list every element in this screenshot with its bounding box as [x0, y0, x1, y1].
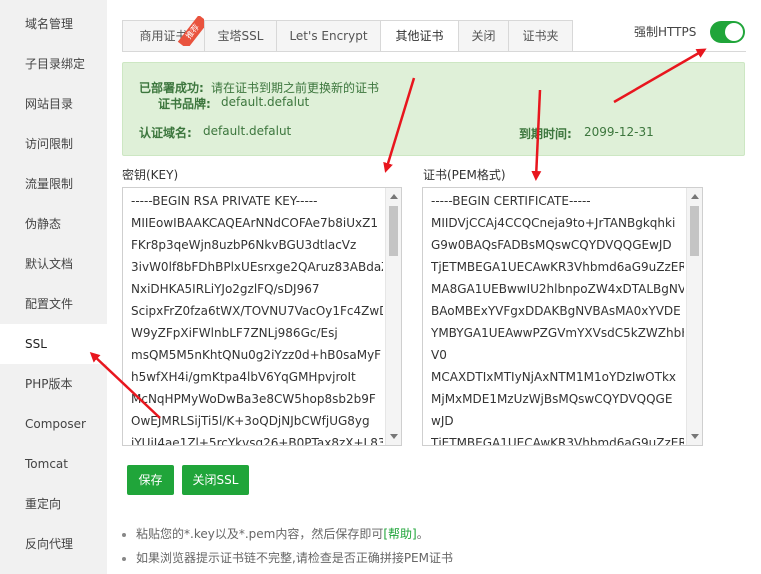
force-https-label: 强制HTTPS — [634, 25, 697, 39]
text-line: NxiDHKA5IRLiYJo2gzlFQ/sDJ967 — [131, 282, 320, 296]
deployed-text: 请在证书到期之前更换新的证书 — [211, 81, 380, 95]
sidebar-item-tomcat[interactable]: Tomcat — [0, 444, 107, 484]
sidebar-item-subdirectory[interactable]: 子目录绑定 — [0, 44, 107, 84]
expiry-label: 到期时间: — [519, 127, 572, 141]
text-line: TjETMBEGA1UECAwKR3Vhbmd6aG9uZzER — [431, 260, 684, 274]
text-line: FKr8p3qeWjn8uzbP6NkvBGU3dtlacVz — [131, 238, 357, 252]
sidebar-item-site-directory[interactable]: 网站目录 — [0, 84, 107, 124]
text-line: -----BEGIN RSA PRIVATE KEY----- — [131, 194, 318, 208]
recommend-badge-text: 推荐 — [177, 16, 204, 46]
force-https-toggle[interactable] — [710, 21, 745, 43]
text-line: McNqHPMyWoDwBa3e8CW5hop8sb2b9F — [131, 392, 376, 406]
toggle-knob — [725, 23, 743, 41]
sidebar: 域名管理 子目录绑定 网站目录 访问限制 流量限制 伪静态 默认文档 配置文件 … — [0, 0, 107, 574]
scroll-up-icon[interactable] — [390, 194, 398, 199]
cert-scrollbar[interactable] — [686, 188, 702, 445]
scroll-thumb[interactable] — [690, 206, 699, 256]
scroll-down-icon[interactable] — [691, 434, 699, 439]
domain-value: default.defalut — [203, 124, 292, 138]
tip-paste: 粘贴您的*.key以及*.pem内容，然后保存即可[帮助]。 — [122, 525, 429, 542]
sidebar-item-redirect[interactable]: 重定向 — [0, 484, 107, 524]
text-line: BAoMBExYVFgxDDAKBgNVBAsMA0xYVDE — [431, 304, 681, 318]
sidebar-item-traffic-limit[interactable]: 流量限制 — [0, 164, 107, 204]
text-line: jYUjJ4ae1Zl+5rcYkvsq26+B0PTax8zX+L834 — [131, 436, 383, 446]
tab-cert-folder[interactable]: 证书夹 — [509, 20, 573, 52]
text-line: msQM5M5nKhtQNu0g2iYzz0d+hB0saMyF — [131, 348, 382, 362]
cert-field-title: 证书(PEM格式) — [423, 168, 506, 182]
text-line: W9yZFpXiFWlnbLF7ZNLj986Gc/Esj — [131, 326, 338, 340]
tip-chain-text: 如果浏览器提示证书链不完整,请检查是否正确拼接PEM证书 — [136, 551, 453, 565]
recommend-badge: 推荐 — [174, 16, 204, 46]
bullet-icon — [122, 556, 126, 561]
sidebar-item-rewrite[interactable]: 伪静态 — [0, 204, 107, 244]
sidebar-item-composer[interactable]: Composer — [0, 404, 107, 444]
text-line: TjETMBEGA1UECAwKR3Vhbmd6aG9uZzER — [431, 436, 684, 446]
key-textarea-content: -----BEGIN RSA PRIVATE KEY----- MIIEowIBA… — [131, 190, 383, 446]
sidebar-item-default-doc[interactable]: 默认文档 — [0, 244, 107, 284]
brand-label: 证书品牌: — [158, 97, 211, 111]
sidebar-item-php-version[interactable]: PHP版本 — [0, 364, 107, 404]
text-line: -----BEGIN CERTIFICATE----- — [431, 194, 591, 208]
tab-close[interactable]: 关闭 — [459, 20, 509, 52]
cert-textarea-content: -----BEGIN CERTIFICATE----- MIIDVjCCAj4CC… — [431, 190, 684, 446]
text-line: 3ivW0lf8bFDhBPlxUEsrxge2QAruz83ABdaZ — [131, 260, 383, 274]
help-link[interactable]: [帮助] — [383, 527, 416, 541]
text-line: MIIDVjCCAj4CCQCneja9to+JrTANBgkqhki — [431, 216, 676, 230]
text-line: ScipxFrZ0fza6tWX/TOVNU7VacOy1Fc4ZwD — [131, 304, 383, 318]
close-ssl-button[interactable]: 关闭SSL — [182, 465, 249, 495]
tab-other-cert[interactable]: 其他证书 — [381, 20, 459, 52]
text-line: V0 — [431, 348, 447, 362]
tab-lets-encrypt[interactable]: Let's Encrypt — [277, 20, 381, 52]
tip-paste-suffix: 。 — [416, 527, 429, 541]
tab-bt-ssl[interactable]: 宝塔SSL — [205, 20, 277, 52]
sidebar-item-ssl[interactable]: SSL — [0, 324, 107, 364]
bullet-icon — [122, 532, 126, 537]
brand-value: default.defalut — [221, 95, 310, 109]
cert-textarea[interactable]: -----BEGIN CERTIFICATE----- MIIDVjCCAj4CC… — [422, 187, 703, 446]
scroll-thumb[interactable] — [389, 206, 398, 256]
tip-paste-text: 粘贴您的*.key以及*.pem内容，然后保存即可 — [136, 527, 384, 541]
text-line: wJD — [431, 414, 454, 428]
text-line: MCAXDTIxMTIyNjAxNTM1M1oYDzIwOTkx — [431, 370, 676, 384]
expiry-value: 2099-12-31 — [584, 125, 654, 139]
key-textarea[interactable]: -----BEGIN RSA PRIVATE KEY----- MIIEowIBA… — [122, 187, 402, 446]
text-line: YMBYGA1UEAwwPZGVmYXVsdC5kZWZhbH — [431, 326, 684, 340]
text-line: OwEJMRLSijTi5l/K+3oQDjNJbCWfjUG8yg — [131, 414, 370, 428]
text-line: G9w0BAQsFADBsMQswCQYDVQQGEwJD — [431, 238, 672, 252]
sidebar-item-access-limit[interactable]: 访问限制 — [0, 124, 107, 164]
text-line: h5wfXH4i/gmKtpa4lbV6YqGMHpvjroIt — [131, 370, 356, 384]
key-scrollbar[interactable] — [385, 188, 401, 445]
scroll-down-icon[interactable] — [390, 434, 398, 439]
key-field-title: 密钥(KEY) — [122, 168, 179, 182]
sidebar-item-domain[interactable]: 域名管理 — [0, 4, 107, 44]
deployed-label: 已部署成功: — [139, 81, 204, 95]
sidebar-item-config-file[interactable]: 配置文件 — [0, 284, 107, 324]
text-line: MIIEowIBAAKCAQEArNNdCOFAe7b8iUxZ1 — [131, 216, 378, 230]
tab-divider — [122, 51, 746, 52]
text-line: MA8GA1UEBwwIU2hlbnpoZW4xDTALBgNV — [431, 282, 684, 296]
sidebar-item-reverse-proxy[interactable]: 反向代理 — [0, 524, 107, 564]
deploy-status-box: 已部署成功: 请在证书到期之前更换新的证书 证书品牌: default.defa… — [122, 62, 745, 156]
domain-label: 认证域名: — [139, 126, 192, 140]
scroll-up-icon[interactable] — [691, 194, 699, 199]
text-line: MjMxMDE1MzUzWjBsMQswCQYDVQQGE — [431, 392, 673, 406]
tip-chain: 如果浏览器提示证书链不完整,请检查是否正确拼接PEM证书 — [122, 549, 453, 566]
save-button[interactable]: 保存 — [127, 465, 174, 495]
